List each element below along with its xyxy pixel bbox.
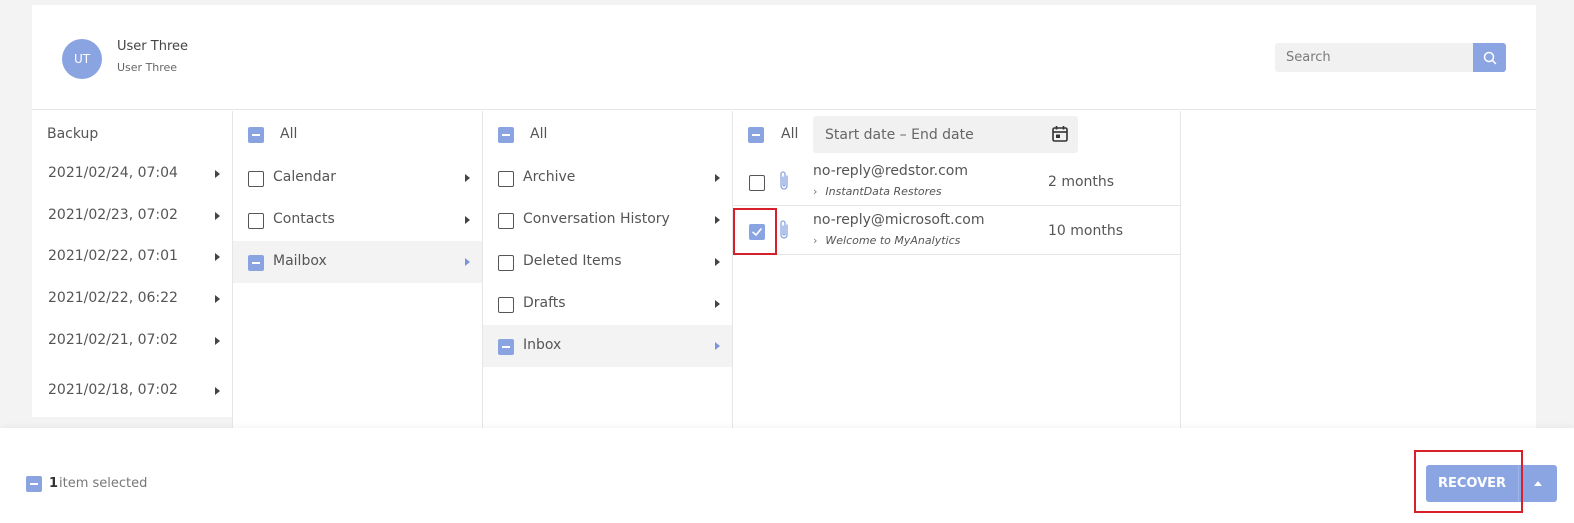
backup-column: Backup 2021/02/24, 07:04 2021/02/23, 07:… (32, 111, 232, 435)
search-button[interactable] (1473, 43, 1506, 72)
select-all-label: All (530, 126, 548, 142)
mail-subject[interactable]: › Welcome to MyAnalytics (813, 234, 960, 247)
user-header: UT User Three User Three (32, 5, 1536, 110)
mail-subject-text: Welcome to MyAnalytics (825, 234, 961, 247)
backup-item-label: 2021/02/22, 06:22 (48, 290, 178, 306)
date-range-picker[interactable]: Start date – End date (813, 116, 1078, 153)
folders-column: All Calendar Contacts Mailbox (232, 111, 482, 435)
caret-up-icon (1534, 481, 1542, 486)
mail-column-header: All Start date – End date (733, 111, 1180, 157)
chevron-right-icon (215, 387, 220, 395)
chevron-right-icon: › (813, 234, 818, 247)
recover-options-button[interactable] (1518, 465, 1557, 502)
subfolders-column-header: All (483, 111, 732, 157)
backup-item[interactable]: 2021/02/21, 07:02 (32, 325, 232, 375)
mail-sender: no-reply@microsoft.com (813, 212, 985, 228)
folder-checkbox[interactable] (248, 213, 264, 229)
folder-item-mailbox[interactable]: Mailbox (233, 241, 482, 283)
chevron-right-icon (215, 295, 220, 303)
folder-label: Mailbox (273, 253, 327, 269)
mail-row[interactable]: no-reply@redstor.com › InstantData Restor… (733, 157, 1180, 206)
mail-column: All Start date – End date no-reply@redst… (732, 111, 1181, 435)
select-all-subfolders-checkbox[interactable] (498, 127, 514, 143)
backup-item-label: 2021/02/21, 07:02 (48, 332, 178, 348)
subfolder-checkbox[interactable] (498, 297, 514, 313)
mail-sender: no-reply@redstor.com (813, 163, 968, 179)
subfolders-column: All Archive Conversation History Deleted… (482, 111, 732, 435)
search-icon (1483, 51, 1496, 64)
backup-item-label: 2021/02/23, 07:02 (48, 207, 178, 223)
user-subtitle: User Three (117, 61, 178, 74)
backup-item-label: 2021/02/18, 07:02 (48, 382, 178, 398)
date-range-placeholder: Start date – End date (825, 127, 974, 143)
footer-bar: 1 item selected RECOVER (0, 428, 1574, 523)
chevron-right-icon (215, 212, 220, 220)
backup-item[interactable]: 2021/02/23, 07:02 (32, 199, 232, 241)
subfolder-checkbox[interactable] (498, 213, 514, 229)
backup-column-header: Backup (32, 111, 232, 157)
subfolder-label: Archive (523, 169, 576, 185)
paperclip-icon (780, 171, 788, 190)
folder-checkbox-partial[interactable] (248, 255, 264, 271)
backup-item[interactable]: 2021/02/22, 07:01 (32, 241, 232, 283)
backup-item-label: 2021/02/24, 07:04 (48, 165, 178, 181)
chevron-right-icon: › (813, 185, 818, 198)
user-name: User Three (117, 39, 188, 54)
chevron-right-icon (465, 258, 470, 266)
chevron-right-icon (215, 337, 220, 345)
backup-item-label: 2021/02/22, 07:01 (48, 248, 178, 264)
subfolder-checkbox[interactable] (498, 171, 514, 187)
subfolder-item-drafts[interactable]: Drafts (483, 283, 732, 325)
chevron-right-icon (465, 216, 470, 224)
folder-item-contacts[interactable]: Contacts (233, 199, 482, 241)
selected-count: 1 (49, 476, 59, 491)
subfolder-label: Deleted Items (523, 253, 622, 269)
folder-label: Calendar (273, 169, 336, 185)
subfolder-label: Drafts (523, 295, 566, 311)
subfolder-item-inbox[interactable]: Inbox (483, 325, 732, 367)
chevron-right-icon (215, 253, 220, 261)
backup-item[interactable]: 2021/02/22, 06:22 (32, 283, 232, 325)
mail-age: 2 months (1048, 174, 1115, 190)
subfolder-item-deleted-items[interactable]: Deleted Items (483, 241, 732, 283)
chevron-right-icon (715, 258, 720, 266)
mail-subject[interactable]: › InstantData Restores (813, 185, 942, 198)
avatar: UT (62, 39, 102, 79)
chevron-right-icon (715, 216, 720, 224)
checkbox-highlight-box (733, 208, 777, 255)
select-all-label: All (781, 126, 799, 142)
selected-text: item selected (59, 476, 148, 491)
folder-item-calendar[interactable]: Calendar (233, 157, 482, 199)
chevron-right-icon (715, 300, 720, 308)
subfolder-label: Inbox (523, 337, 562, 353)
folder-checkbox[interactable] (248, 171, 264, 187)
mail-row[interactable]: no-reply@microsoft.com › Welcome to MyAna… (733, 206, 1180, 255)
chevron-right-icon (465, 174, 470, 182)
folders-column-header: All (233, 111, 482, 157)
select-all-mail-checkbox[interactable] (748, 127, 764, 143)
selection-summary-checkbox[interactable] (26, 476, 42, 492)
select-all-label: All (280, 126, 298, 142)
folder-label: Contacts (273, 211, 335, 227)
subfolder-checkbox-partial[interactable] (498, 339, 514, 355)
backup-header-label: Backup (47, 126, 99, 142)
subfolder-item-conversation-history[interactable]: Conversation History (483, 199, 732, 241)
chevron-right-icon (715, 342, 720, 350)
mail-subject-text: InstantData Restores (825, 185, 942, 198)
recover-highlight-box (1414, 450, 1523, 513)
chevron-right-icon (715, 174, 720, 182)
mail-age: 10 months (1048, 223, 1123, 239)
subfolder-label: Conversation History (523, 211, 670, 227)
backup-item[interactable]: 2021/02/18, 07:02 (32, 375, 232, 417)
paperclip-icon (780, 220, 788, 239)
chevron-right-icon (215, 170, 220, 178)
select-all-folders-checkbox[interactable] (248, 127, 264, 143)
search-input[interactable] (1275, 43, 1473, 72)
mail-checkbox[interactable] (749, 175, 765, 191)
subfolder-checkbox[interactable] (498, 255, 514, 271)
backup-item[interactable]: 2021/02/24, 07:04 (32, 157, 232, 199)
recovery-panel: UT User Three User Three Backup 2021/02/… (32, 5, 1536, 435)
subfolder-item-archive[interactable]: Archive (483, 157, 732, 199)
calendar-icon[interactable] (1051, 125, 1069, 143)
